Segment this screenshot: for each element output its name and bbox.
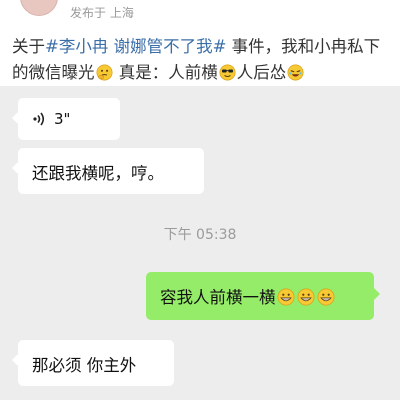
hashtag-link[interactable]: #李小冉 谢娜管不了我#	[45, 37, 226, 56]
chat-timestamp: 下午 05:38	[163, 227, 237, 243]
voice-icon	[32, 111, 46, 131]
post-location: 发布于 上海	[70, 6, 134, 20]
incoming-message-bubble[interactable]: 还跟我横呢，哼。	[12, 148, 204, 194]
grinning-emoji-icon	[317, 288, 335, 310]
grinning-emoji-icon	[277, 288, 295, 310]
voice-duration: 3"	[54, 110, 71, 128]
chat-screenshot: 3" 还跟我横呢，哼。 下午 05:38 容我人前横一横 那必须 你主外	[0, 86, 400, 400]
avatar[interactable]	[20, 0, 58, 16]
outgoing-message-bubble[interactable]: 容我人前横一横	[146, 272, 380, 320]
message-text: 还跟我横呢，哼。	[32, 164, 164, 183]
message-text: 那必须 你主外	[32, 356, 137, 375]
post-text-mid2: 人后怂	[236, 63, 287, 82]
grinning-emoji-icon	[297, 288, 315, 310]
post-text-mid: 真是：人前横	[113, 63, 218, 82]
post-body: 关于#李小冉 谢娜管不了我# 事件，我和小冉私下的微信曝光 真是：人前横 人后怂	[12, 34, 392, 89]
voice-message-bubble[interactable]: 3"	[12, 98, 120, 140]
message-text: 容我人前横一横	[160, 288, 276, 307]
incoming-message-bubble[interactable]: 那必须 你主外	[12, 340, 174, 386]
post-header: 发布于 上海	[0, 0, 400, 26]
post-text-before: 关于	[12, 37, 45, 56]
